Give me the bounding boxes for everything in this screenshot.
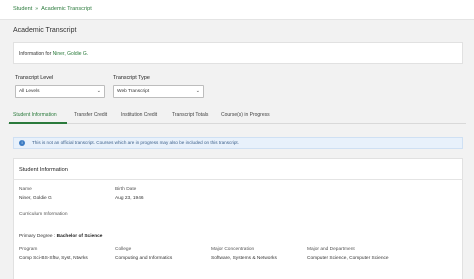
information-for: Information for Niner, Goldie G.: [19, 51, 88, 57]
transcript-type-label: Transcript Type: [113, 75, 150, 81]
breadcrumb: Student» Academic Transcript: [13, 6, 92, 12]
tab-bar: Student Information Transfer Credit Inst…: [8, 107, 466, 124]
tab-courses-in-progress[interactable]: Course(s) in Progress: [221, 112, 270, 118]
information-for-label: Information for: [19, 51, 52, 57]
name-label: Name: [19, 187, 32, 192]
notice-text: This is not an official transcript. Cour…: [32, 140, 239, 145]
curriculum-information-label: Curriculum Information: [19, 212, 68, 217]
chevron-down-icon: ⌄: [96, 88, 101, 94]
transcript-level-label: Transcript Level: [15, 75, 54, 81]
tab-institution-credit[interactable]: Institution Credit: [121, 112, 157, 118]
section-divider: [13, 179, 463, 180]
primary-degree-value: Bachelor of Science: [56, 234, 103, 239]
program-label: Program: [19, 247, 38, 252]
transcript-level-select[interactable]: All Levels ⌄: [15, 85, 105, 98]
page-title: Academic Transcript: [13, 27, 77, 34]
birth-date-label: Birth Date: [115, 187, 137, 192]
active-tab-indicator: [9, 122, 67, 124]
info-icon: i: [19, 140, 25, 146]
tab-transfer-credit[interactable]: Transfer Credit: [74, 112, 107, 118]
college-value: Computing and Informatics: [115, 256, 173, 261]
transcript-level-value: All Levels: [19, 89, 40, 94]
major-department-label: Major and Department: [307, 247, 355, 252]
unofficial-transcript-notice: i This is not an official transcript. Co…: [13, 137, 463, 149]
student-information-heading: Student Information: [19, 167, 68, 173]
breadcrumb-separator: »: [35, 6, 39, 12]
major-department-value: Computer Science, Computer Science: [307, 256, 389, 261]
breadcrumb-student-link[interactable]: Student: [13, 6, 32, 12]
name-value: Niner, Goldie G: [19, 196, 52, 201]
primary-degree: Primary Degree : Bachelor of Science: [19, 234, 102, 239]
program-value: Comp Sci-BS-Sftw, Syst, Ntwrks: [19, 256, 88, 261]
tab-transcript-totals[interactable]: Transcript Totals: [172, 112, 208, 118]
major-concentration-value: Software, Systems & Networks: [211, 256, 277, 261]
birth-date-value: Aug 23, 1946: [115, 196, 144, 201]
major-concentration-label: Major Concentration: [211, 247, 255, 252]
top-bar: Student» Academic Transcript: [0, 0, 474, 20]
student-name-link[interactable]: Niner, Goldie G.: [53, 51, 89, 57]
tab-student-information[interactable]: Student Information: [13, 112, 57, 118]
breadcrumb-current[interactable]: Academic Transcript: [41, 6, 92, 12]
college-label: College: [115, 247, 132, 252]
transcript-type-select[interactable]: Web Transcript ⌄: [113, 85, 204, 98]
primary-degree-label: Primary Degree :: [19, 234, 56, 239]
chevron-down-icon: ⌄: [195, 88, 200, 94]
transcript-type-value: Web Transcript: [117, 89, 150, 94]
